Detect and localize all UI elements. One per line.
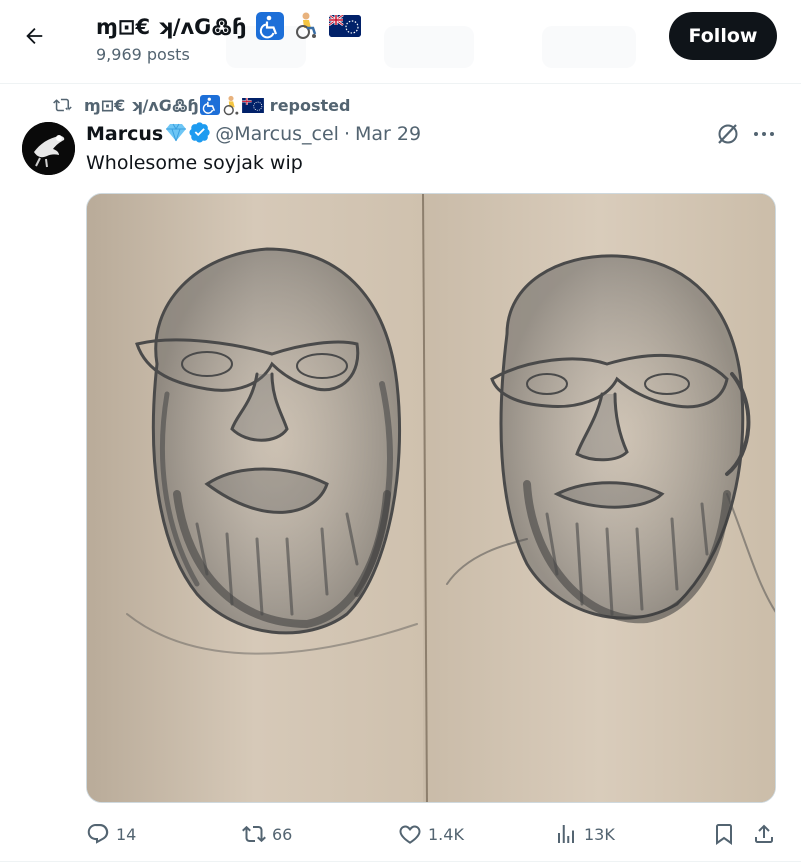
bookmark-icon <box>716 824 732 845</box>
author-name[interactable]: Marcus <box>86 123 163 145</box>
tweet-header: Marcus @Marcus_cel · Mar 29 <box>86 121 421 147</box>
accessible-icon <box>255 12 284 40</box>
like-button[interactable]: 1.4K <box>398 816 464 852</box>
follow-button[interactable]: Follow <box>669 12 777 60</box>
author-avatar[interactable] <box>22 122 75 175</box>
sketch-drawing <box>87 194 775 802</box>
background-tab-ghost <box>384 26 474 68</box>
repost-count: 66 <box>272 824 293 844</box>
cook-islands-flag-icon <box>241 97 264 113</box>
reposted-by[interactable]: ɱ⊡€ ʞ/ʌԌ߷ɧ reposted <box>52 94 350 116</box>
verified-badge-icon <box>189 121 211 148</box>
reposted-label: reposted <box>269 95 351 115</box>
repost-icon <box>53 98 72 112</box>
share-icon <box>755 824 773 843</box>
like-icon <box>399 825 421 844</box>
share-button[interactable] <box>752 816 782 852</box>
profile-title: ɱ⊡€ ʞ/ʌԌ߷ɧ <box>96 10 361 41</box>
background-tab-ghost <box>542 26 636 68</box>
gem-icon <box>165 122 187 147</box>
bookmark-button[interactable] <box>712 816 742 852</box>
like-count: 1.4K <box>428 824 464 844</box>
profile-name-text: ɱ⊡€ ʞ/ʌԌ߷ɧ <box>96 15 247 39</box>
accessible-icon <box>199 95 220 115</box>
back-arrow-icon <box>26 28 43 44</box>
post-count: 9,969 posts <box>96 45 190 64</box>
divider <box>0 861 801 862</box>
more-button[interactable] <box>752 124 776 144</box>
reply-count: 14 <box>116 824 137 844</box>
views-icon <box>558 825 574 843</box>
profile-header: ɱ⊡€ ʞ/ʌԌ߷ɧ 9,969 posts Follow <box>0 0 801 84</box>
repost-button[interactable]: 66 <box>242 816 292 852</box>
reply-icon <box>87 824 109 844</box>
more-icon <box>754 132 774 136</box>
reposter-name: ɱ⊡€ ʞ/ʌԌ߷ɧ <box>84 96 199 115</box>
wheelchair-user-icon <box>220 94 242 116</box>
tweet-date[interactable]: Mar 29 <box>355 123 421 145</box>
separator-dot: · <box>343 123 350 145</box>
grok-button[interactable] <box>714 120 742 148</box>
author-handle[interactable]: @Marcus_cel <box>215 123 339 145</box>
tweet-actions: 14 66 1.4K 13K <box>0 816 801 852</box>
views-button[interactable]: 13K <box>554 816 615 852</box>
wheelchair-user-icon <box>291 10 321 40</box>
tweet-text: Wholesome soyjak wip <box>86 152 303 174</box>
views-count: 13K <box>584 824 615 844</box>
grok-icon <box>718 124 738 144</box>
repost-icon <box>242 825 266 843</box>
cook-islands-flag-icon <box>328 15 361 37</box>
tweet-media-image[interactable] <box>86 193 776 803</box>
reply-button[interactable]: 14 <box>86 816 136 852</box>
back-button[interactable] <box>14 16 54 56</box>
